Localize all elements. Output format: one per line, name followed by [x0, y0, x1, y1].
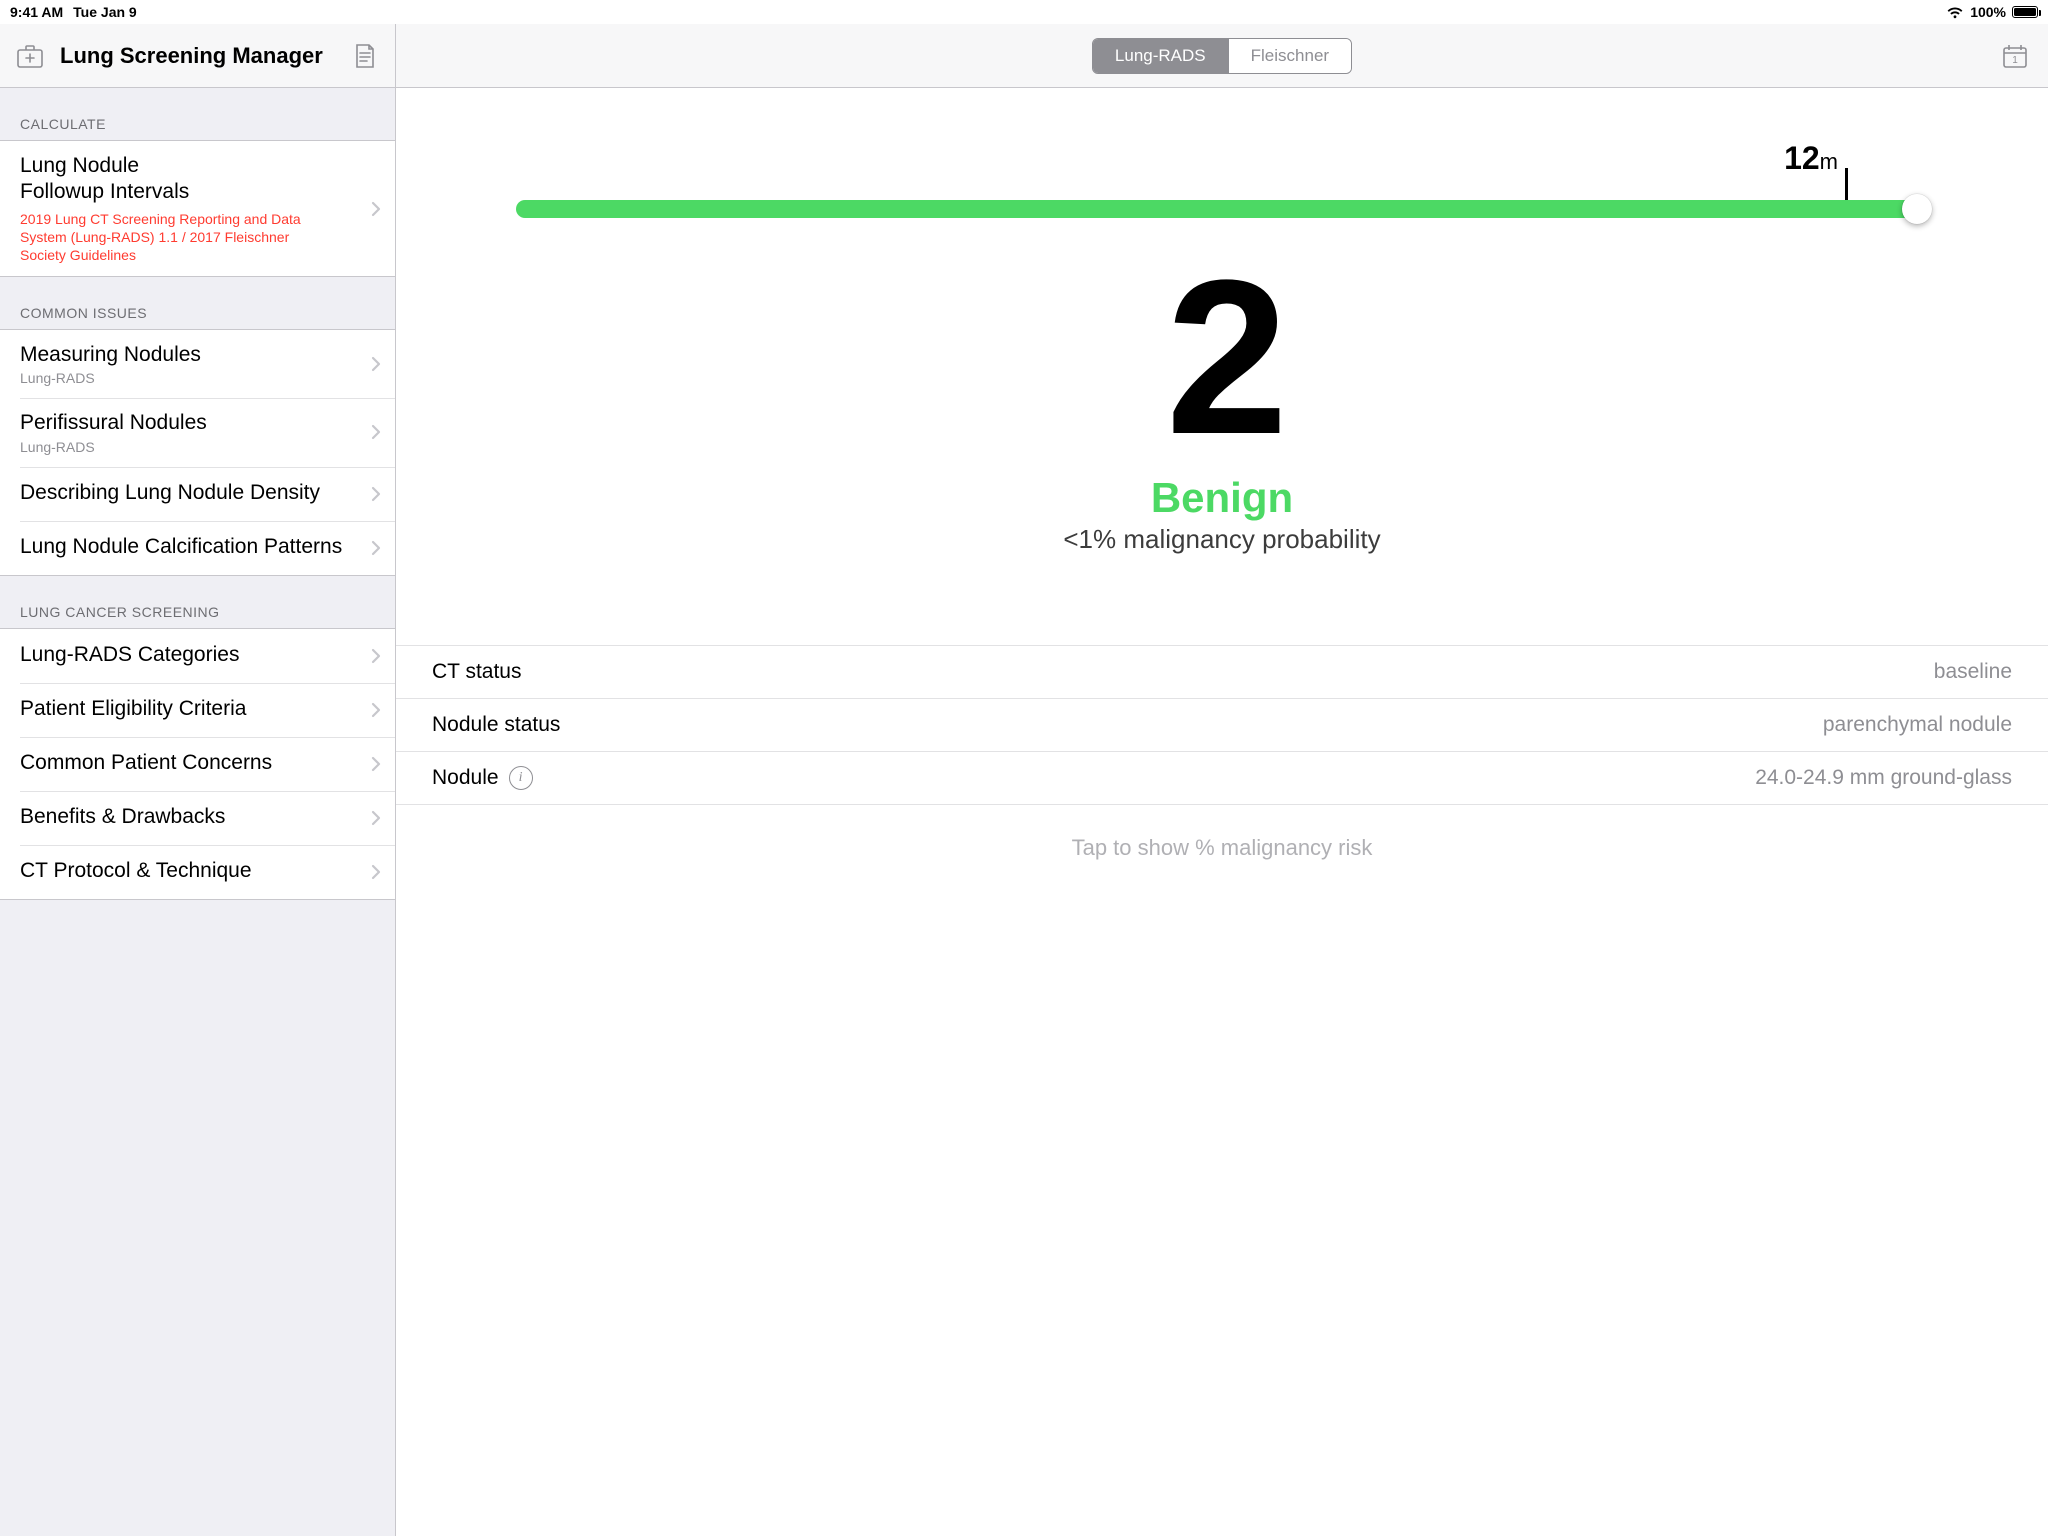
parameter-row[interactable]: Nodulei 24.0-24.9 mm ground-glass — [396, 752, 2048, 805]
app-title: Lung Screening Manager — [60, 43, 335, 69]
status-bar: 9:41 AM Tue Jan 9 100% — [0, 0, 2048, 24]
detail-pane: Lung-RADS Fleischner 1 12m 2 Benign <1% — [396, 24, 2048, 1536]
chevron-right-icon — [371, 702, 381, 718]
row-subtitle: Lung-RADS — [20, 370, 95, 386]
section-header: CALCULATE — [0, 88, 395, 140]
slider-tick — [1845, 168, 1848, 202]
sidebar-item[interactable]: Measuring Nodules Lung-RADS — [0, 330, 395, 398]
parameter-row[interactable]: CT status baseline — [396, 646, 2048, 699]
row-title: CT Protocol & Technique — [20, 858, 252, 884]
row-title: Perifissural Nodules — [20, 410, 207, 436]
chevron-right-icon — [371, 424, 381, 440]
parameter-label: Nodulei — [432, 766, 533, 790]
parameter-value: baseline — [1934, 660, 2012, 684]
sidebar-item[interactable]: Common Patient Concerns — [0, 737, 395, 791]
detail-nav: Lung-RADS Fleischner 1 — [396, 24, 2048, 88]
chevron-right-icon — [371, 356, 381, 372]
parameter-value: parenchymal nodule — [1823, 713, 2012, 737]
segmented-control[interactable]: Lung-RADS Fleischner — [1092, 38, 1352, 74]
row-title: Measuring Nodules — [20, 342, 201, 368]
row-subtitle: Lung-RADS — [20, 439, 95, 455]
sidebar-item[interactable]: Perifissural Nodules Lung-RADS — [0, 398, 395, 466]
chevron-right-icon — [371, 486, 381, 502]
malignancy-probability: <1% malignancy probability — [396, 524, 2048, 555]
row-title: Patient Eligibility Criteria — [20, 696, 246, 722]
chevron-right-icon — [371, 540, 381, 556]
status-time: 9:41 AM — [10, 4, 63, 20]
info-icon[interactable]: i — [509, 766, 533, 790]
battery-icon — [2012, 6, 2038, 18]
section-header: COMMON ISSUES — [0, 277, 395, 329]
parameter-value: 24.0-24.9 mm ground-glass — [1755, 766, 2012, 790]
sidebar-item[interactable]: Lung NoduleFollowup Intervals2019 Lung C… — [0, 141, 395, 276]
parameter-row[interactable]: Nodule status parenchymal nodule — [396, 699, 2048, 752]
chevron-right-icon — [371, 201, 381, 217]
row-title: Lung NoduleFollowup Intervals — [20, 153, 189, 206]
calendar-icon[interactable]: 1 — [2002, 43, 2028, 69]
row-title: Common Patient Concerns — [20, 750, 272, 776]
segment-fleischner[interactable]: Fleischner — [1228, 39, 1351, 73]
row-title: Benefits & Drawbacks — [20, 804, 225, 830]
lungrads-category-number: 2 — [396, 258, 2048, 456]
row-subtitle: 2019 Lung CT Screening Reporting and Dat… — [20, 210, 330, 265]
sidebar-item[interactable]: CT Protocol & Technique — [0, 845, 395, 899]
sidebar-item[interactable]: Patient Eligibility Criteria — [0, 683, 395, 737]
slider-value-label: 12m — [1784, 140, 1838, 177]
svg-text:1: 1 — [2012, 55, 2018, 66]
row-title: Describing Lung Nodule Density — [20, 480, 320, 506]
slider-knob[interactable] — [1902, 194, 1932, 224]
followup-slider[interactable] — [516, 200, 1928, 218]
sidebar-header: Lung Screening Manager — [0, 24, 395, 88]
row-title: Lung-RADS Categories — [20, 642, 239, 668]
wifi-icon — [1946, 6, 1964, 19]
chevron-right-icon — [371, 756, 381, 772]
sidebar: Lung Screening Manager CALCULATELung Nod… — [0, 24, 396, 1536]
chevron-right-icon — [371, 648, 381, 664]
medkit-icon[interactable] — [16, 42, 44, 70]
segment-lung-rads[interactable]: Lung-RADS — [1093, 39, 1228, 73]
status-date: Tue Jan 9 — [73, 4, 137, 20]
battery-percent: 100% — [1970, 4, 2006, 20]
row-title: Lung Nodule Calcification Patterns — [20, 534, 342, 560]
result-label: Benign — [396, 474, 2048, 522]
sidebar-item[interactable]: Lung Nodule Calcification Patterns — [0, 521, 395, 575]
parameter-label: CT status — [432, 660, 521, 684]
section-header: LUNG CANCER SCREENING — [0, 576, 395, 628]
document-icon[interactable] — [351, 42, 379, 70]
malignancy-risk-hint[interactable]: Tap to show % malignancy risk — [396, 835, 2048, 861]
sidebar-item[interactable]: Describing Lung Nodule Density — [0, 467, 395, 521]
chevron-right-icon — [371, 864, 381, 880]
parameters-list: CT status baseline Nodule status parenchyma… — [396, 645, 2048, 805]
chevron-right-icon — [371, 810, 381, 826]
sidebar-item[interactable]: Benefits & Drawbacks — [0, 791, 395, 845]
parameter-label: Nodule status — [432, 713, 560, 737]
sidebar-item[interactable]: Lung-RADS Categories — [0, 629, 395, 683]
